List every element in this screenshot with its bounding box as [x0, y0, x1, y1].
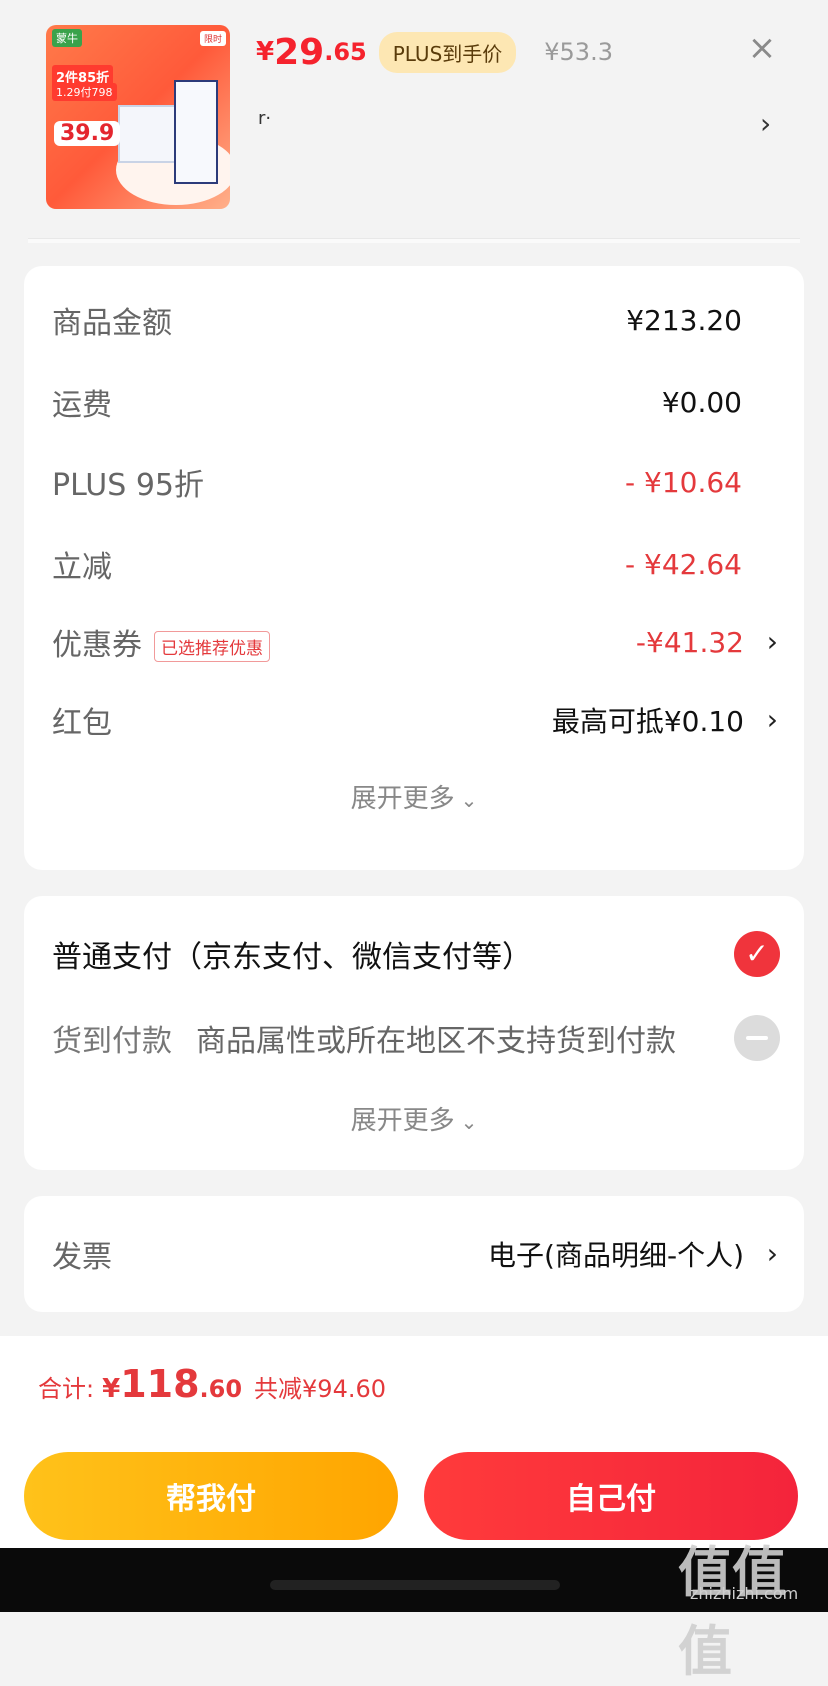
help-pay-button[interactable]: 帮我付	[24, 1452, 398, 1540]
summary-row-coupon[interactable]: 优惠券 已选推荐优惠 -¥41.32 ›	[52, 620, 778, 664]
payment-option-cod: 货到付款 商品属性或所在地区不支持货到付款	[52, 1014, 780, 1062]
price-decimal: .65	[324, 38, 367, 66]
summary-label: 商品金额	[52, 306, 172, 341]
cod-label: 货到付款	[52, 1024, 172, 1059]
thumbnail-tag: 限时	[199, 31, 226, 46]
expand-label: 展开更多	[350, 784, 455, 814]
thumbnail-promo2: 1.29付798	[52, 83, 117, 101]
summary-row-discount: 立减 - ¥42.64	[52, 544, 742, 586]
expand-label: 展开更多	[350, 1106, 455, 1136]
thumbnail-brand: 蒙牛	[52, 29, 82, 47]
watermark-logo: 值值值	[678, 1541, 786, 1683]
original-price: ¥53.3	[544, 38, 613, 66]
payment-label: 普通支付（京东支付、微信支付等）	[52, 940, 532, 975]
payment-label: 货到付款 商品属性或所在地区不支持货到付款	[52, 1016, 676, 1060]
chevron-right-icon[interactable]: ›	[767, 700, 778, 740]
self-pay-button[interactable]: 自己付	[424, 1452, 798, 1540]
expand-more-button[interactable]: 展开更多 ⌄	[24, 778, 804, 815]
product-thumbnail[interactable]: 蒙牛 限时 2件85折 1.29付798 39.9	[46, 25, 230, 209]
summary-value: 最高可抵¥0.10	[551, 705, 744, 738]
total-currency: ¥	[102, 1374, 121, 1404]
total-amount: 合计: ¥ 118 .60 共减¥94.60	[38, 1362, 386, 1406]
coupon-label: 优惠券	[52, 628, 142, 663]
summary-label: 优惠券 已选推荐优惠	[52, 620, 270, 664]
payment-card: 普通支付（京东支付、微信支付等） ✓ 货到付款 商品属性或所在地区不支持货到付款 …	[24, 896, 804, 1170]
order-summary-card: 商品金额 ¥213.20 运费 ¥0.00 PLUS 95折 - ¥10.64 …	[24, 266, 804, 870]
summary-label: PLUS 95折	[52, 468, 205, 503]
expand-more-button[interactable]: 展开更多 ⌄	[24, 1100, 804, 1137]
total-decimal: .60	[199, 1375, 243, 1403]
watermark-url: zhizhizhi.com	[690, 1584, 799, 1603]
summary-value: -¥41.32	[635, 625, 744, 659]
plus-price-badge: PLUS到手价	[378, 31, 517, 73]
total-integer: 118	[120, 1362, 200, 1406]
minus-circle-icon	[734, 1015, 780, 1061]
total-label: 合计:	[38, 1375, 95, 1403]
product-subtitle: r·	[258, 108, 272, 129]
invoice-card[interactable]: 发票 电子(商品明细-个人) ›	[24, 1196, 804, 1312]
cod-note: 商品属性或所在地区不支持货到付款	[196, 1024, 676, 1059]
chevron-down-icon: ⌄	[460, 788, 478, 812]
summary-row-plus: PLUS 95折 - ¥10.64	[52, 462, 742, 504]
summary-row-redpacket[interactable]: 红包 最高可抵¥0.10 ›	[52, 700, 778, 741]
summary-label: 红包	[52, 706, 112, 741]
divider	[28, 238, 800, 243]
home-indicator[interactable]	[270, 1580, 560, 1590]
chevron-down-icon: ⌄	[460, 1110, 478, 1134]
summary-label: 运费	[52, 388, 112, 423]
payment-option-normal[interactable]: 普通支付（京东支付、微信支付等） ✓	[52, 930, 780, 978]
summary-value: ¥0.00	[661, 385, 742, 419]
summary-value: - ¥42.64	[625, 547, 742, 581]
price-currency: ¥	[256, 37, 275, 67]
price-line: ¥ 29 .65 PLUS到手价 ¥53.3	[256, 30, 613, 74]
coupon-tag: 已选推荐优惠	[154, 631, 270, 662]
summary-value: - ¥10.64	[625, 465, 742, 499]
chevron-right-icon[interactable]: ›	[767, 1234, 778, 1274]
product-header: 蒙牛 限时 2件85折 1.29付798 39.9 ¥ 29 .65 PLUS到…	[0, 0, 828, 250]
thumbnail-carton	[174, 80, 218, 184]
chevron-right-icon[interactable]: ›	[760, 108, 771, 140]
invoice-row[interactable]: 发票 电子(商品明细-个人) ›	[52, 1234, 778, 1275]
summary-value: ¥213.20	[626, 303, 742, 337]
check-circle-icon[interactable]: ✓	[734, 931, 780, 977]
close-icon[interactable]: ×	[742, 28, 782, 68]
summary-row-shipping: 运费 ¥0.00	[52, 382, 742, 424]
invoice-value: 电子(商品明细-个人)	[488, 1239, 744, 1272]
summary-row-goods: 商品金额 ¥213.20	[52, 300, 742, 342]
summary-label: 立减	[52, 550, 112, 585]
invoice-label: 发票	[52, 1240, 112, 1275]
total-saved: 共减¥94.60	[254, 1375, 387, 1403]
chevron-right-icon[interactable]: ›	[767, 622, 778, 662]
thumbnail-price: 39.9	[54, 121, 121, 146]
price-integer: 29	[274, 31, 325, 73]
